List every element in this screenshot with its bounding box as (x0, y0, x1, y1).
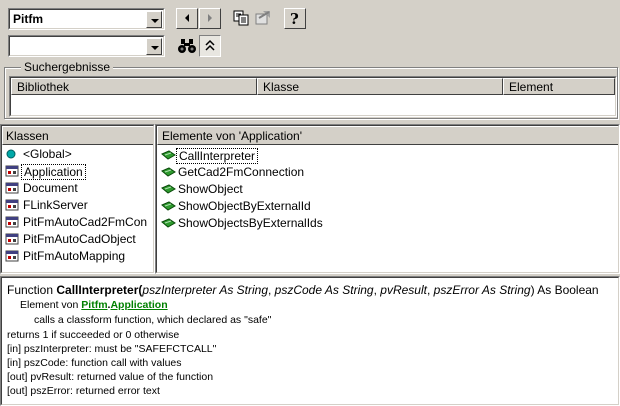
class-icon (5, 199, 19, 211)
copy-icon (233, 10, 249, 26)
class-icon (5, 182, 19, 194)
class-item-pitfmautomapping[interactable]: PitFmAutoMapping (2, 248, 153, 265)
member-description: calls a classform function, which declar… (34, 314, 272, 326)
view-definition-button[interactable] (252, 7, 274, 29)
members-pane[interactable]: Elemente von 'Application' CallInterpret… (155, 124, 620, 274)
arrow-right-icon (208, 14, 212, 22)
class-item-global[interactable]: <Global> (2, 146, 153, 163)
class-icon (5, 250, 19, 262)
class-item-label: Application (21, 164, 86, 180)
class-icon (5, 233, 19, 245)
detail-line-5: [out] pszError: returned error text (7, 385, 160, 397)
class-item-flinkserver[interactable]: FLinkServer (2, 197, 153, 214)
detail-line-2: [in] pszInterpreter: must be "SAFEFCTCAL… (7, 343, 217, 355)
method-icon (161, 201, 176, 211)
chevron-down-icon[interactable] (146, 38, 162, 55)
class-item-pitfmautocadobject[interactable]: PitFmAutoCadObject (2, 231, 153, 248)
help-button[interactable]: ? (284, 8, 306, 29)
member-signature: Function CallInterpreter(pszInterpreter … (7, 283, 599, 297)
class-item-label: <Global> (23, 147, 72, 161)
detail-line-4: [out] pvResult: returned value of the fu… (7, 371, 214, 383)
global-icon (6, 149, 16, 159)
chevron-down-icon[interactable] (146, 11, 162, 28)
detail-line-1: returns 1 if succeeded or 0 otherwise (7, 329, 180, 341)
class-icon (5, 165, 19, 177)
member-item-showobject[interactable]: ShowObject (157, 181, 618, 198)
toggle-results-button[interactable] (199, 35, 221, 57)
class-item-label: PitFmAutoCadObject (23, 232, 136, 246)
class-item-application[interactable]: Application (2, 163, 153, 180)
classes-header: Klassen (2, 126, 153, 145)
class-item-label: PitFmAutoMapping (23, 249, 126, 263)
library-combo-value: Pitfm (13, 12, 43, 26)
member-item-showobjectsbyexternalids[interactable]: ShowObjectsByExternalIds (157, 215, 618, 232)
method-icon (161, 150, 176, 160)
search-results-title: Suchergebnisse (21, 60, 114, 74)
member-item-getcad2fmconnection[interactable]: GetCad2FmConnection (157, 164, 618, 181)
member-item-label: ShowObjectsByExternalIds (178, 216, 323, 230)
details-pane[interactable]: Function CallInterpreter(pszInterpreter … (0, 276, 620, 406)
help-icon: ? (290, 10, 299, 28)
library-link[interactable]: Pitfm (81, 299, 107, 311)
collapse-icon (205, 39, 215, 51)
view-definition-icon (255, 11, 270, 25)
arrow-left-icon (185, 14, 189, 22)
column-header-element[interactable]: Element (503, 78, 615, 95)
forward-button[interactable] (199, 8, 221, 29)
search-results-list[interactable]: Bibliothek Klasse Element (9, 76, 617, 117)
copy-button[interactable] (230, 7, 252, 29)
member-item-showobjectbyexternalid[interactable]: ShowObjectByExternalId (157, 198, 618, 215)
library-combo[interactable]: Pitfm (8, 8, 165, 30)
class-item-pitfmautocad2fmcon[interactable]: PitFmAutoCad2FmCon (2, 214, 153, 231)
classes-pane[interactable]: Klassen <Global> Application Document FL… (0, 124, 155, 274)
class-item-label: Document (23, 181, 78, 195)
column-header-bibliothek[interactable]: Bibliothek (11, 78, 257, 95)
column-header-klasse[interactable]: Klasse (257, 78, 503, 95)
class-icon (5, 216, 19, 228)
member-item-label: GetCad2FmConnection (178, 165, 305, 179)
members-header: Elemente von 'Application' (157, 126, 618, 145)
member-item-label: ShowObjectByExternalId (178, 199, 311, 213)
method-icon (161, 167, 176, 177)
member-item-callinterpreter[interactable]: CallInterpreter (157, 147, 618, 164)
search-button[interactable] (176, 35, 198, 57)
method-icon (161, 218, 176, 228)
search-combo[interactable] (8, 35, 165, 57)
member-item-label: CallInterpreter (176, 148, 259, 164)
class-item-label: PitFmAutoCad2FmCon (23, 215, 148, 229)
class-link[interactable]: Application (110, 299, 167, 311)
member-of-line: Element von Pitfm.Application (20, 299, 168, 311)
class-item-document[interactable]: Document (2, 180, 153, 197)
detail-line-3: [in] pszCode: function call with values (7, 357, 182, 369)
member-item-label: ShowObject (178, 182, 243, 196)
method-icon (161, 184, 176, 194)
back-button[interactable] (176, 8, 198, 29)
class-item-label: FLinkServer (23, 198, 88, 212)
member-name: CallInterpreter (56, 283, 139, 297)
binoculars-icon (178, 39, 196, 53)
